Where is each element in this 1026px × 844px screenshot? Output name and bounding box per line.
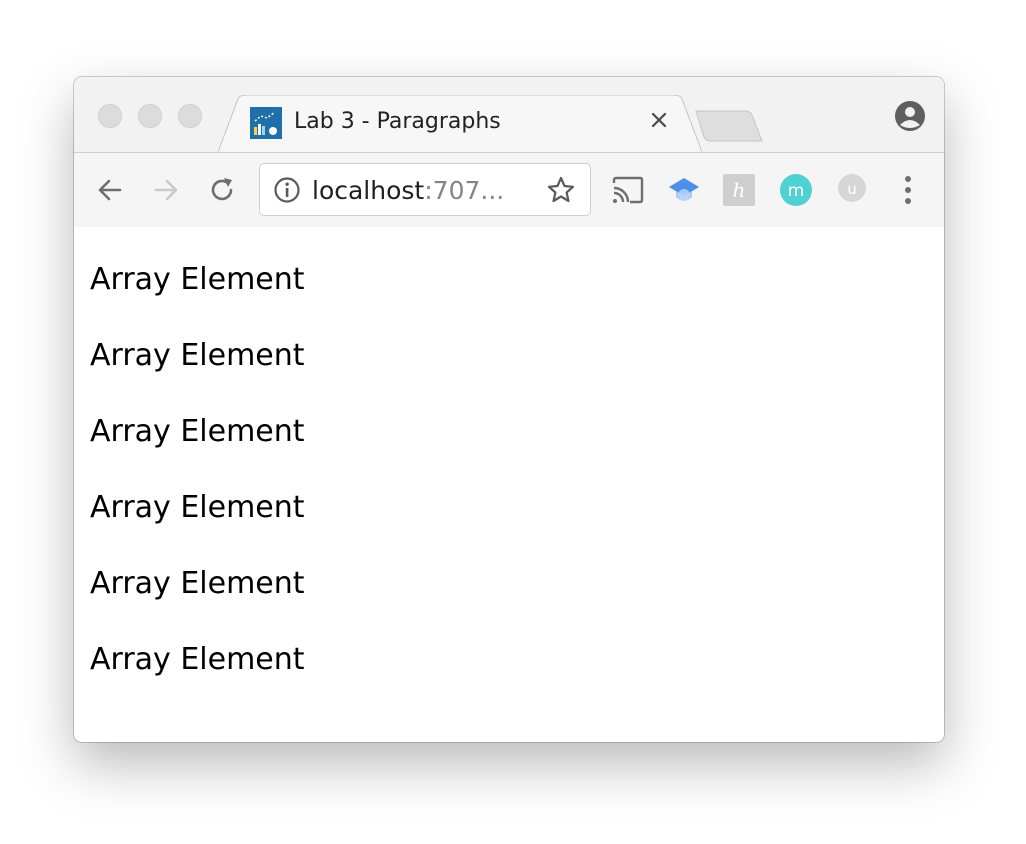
reload-icon[interactable] xyxy=(206,174,238,210)
profile-icon[interactable] xyxy=(894,100,926,136)
tab-active[interactable]: Lab 3 - Paragraphs xyxy=(218,95,702,153)
star-icon[interactable] xyxy=(546,175,576,209)
graduation-cap-icon[interactable] xyxy=(667,174,701,210)
browser-window: Lab 3 - Paragraphs localhost:707... h m … xyxy=(74,77,944,742)
paragraph: Array Element xyxy=(90,414,305,449)
m-extension-icon[interactable]: m xyxy=(779,174,813,212)
page-content: Array Element Array Element Array Elemen… xyxy=(74,227,944,742)
paragraph: Array Element xyxy=(90,490,305,525)
address-bar[interactable]: localhost:707... xyxy=(259,163,591,216)
paragraph: Array Element xyxy=(90,642,305,677)
url-host: localhost xyxy=(312,176,425,205)
title-bar: Lab 3 - Paragraphs xyxy=(74,77,944,153)
new-tab-button[interactable] xyxy=(694,110,764,148)
back-arrow-icon[interactable] xyxy=(94,174,126,210)
svg-text:u: u xyxy=(847,180,857,198)
h-extension-icon[interactable]: h xyxy=(723,174,755,210)
close-window-button[interactable] xyxy=(98,104,122,128)
toolbar: localhost:707... h m u xyxy=(74,152,944,228)
chart-favicon-icon xyxy=(250,107,282,139)
menu-kebab-icon[interactable] xyxy=(896,174,920,210)
paragraph: Array Element xyxy=(90,566,305,601)
u-extension-icon[interactable]: u xyxy=(837,174,867,208)
forward-arrow-icon[interactable] xyxy=(150,174,182,210)
paragraph: Array Element xyxy=(90,262,305,297)
url-text: localhost:707... xyxy=(312,176,504,205)
cast-icon[interactable] xyxy=(611,174,645,210)
tab-title: Lab 3 - Paragraphs xyxy=(294,109,501,134)
paragraph: Array Element xyxy=(90,338,305,373)
minimize-window-button[interactable] xyxy=(138,104,162,128)
url-rest: :707... xyxy=(424,176,505,205)
close-icon[interactable] xyxy=(648,109,670,131)
svg-text:m: m xyxy=(788,181,805,201)
svg-text:h: h xyxy=(733,178,746,202)
zoom-window-button[interactable] xyxy=(178,104,202,128)
info-icon[interactable] xyxy=(273,176,301,208)
